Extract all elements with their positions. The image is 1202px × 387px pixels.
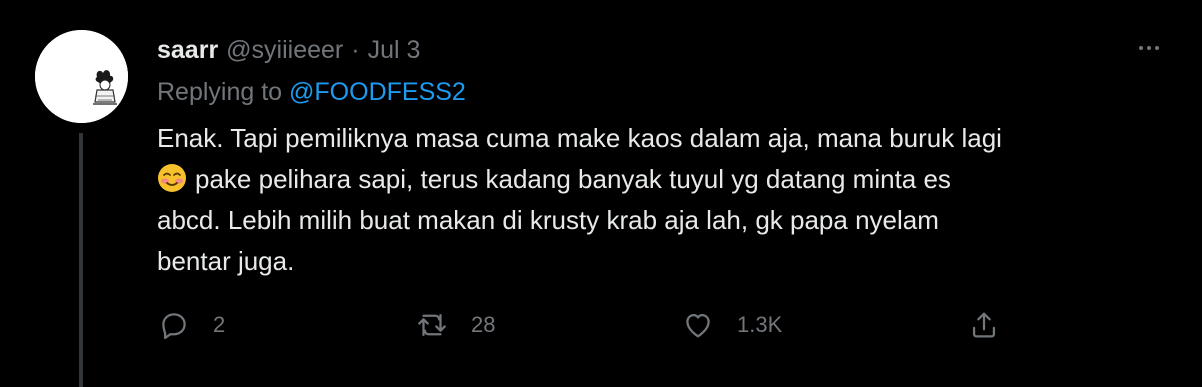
reply-count: 2 [213,312,226,337]
separator-dot: · [351,36,360,64]
more-dot-icon [1139,46,1143,50]
more-options-button[interactable] [1131,38,1167,58]
tweet-actions: 2 28 1.3K [157,305,1017,345]
tweet[interactable]: saarr @syiiieeer · Jul 3 Replying to @FO… [0,0,1202,387]
tweet-content: saarr @syiiieeer · Jul 3 Replying to @FO… [157,30,1157,282]
tweet-text-line: pake pelihara sapi, terus kadang banyak … [157,159,1157,200]
tweet-date[interactable]: Jul 3 [368,30,421,70]
retweet-icon [418,313,446,337]
reply-button[interactable]: 2 [157,305,225,345]
smiling-face-emoji-icon [157,163,187,193]
tweet-header: saarr @syiiieeer · Jul 3 [157,30,1157,70]
share-button[interactable] [967,305,1001,345]
heart-icon [686,313,710,338]
tweet-text-line: Enak. Tapi pemiliknya masa cuma make kao… [157,123,1002,153]
avatar[interactable] [35,30,128,123]
tweet-text-line: abcd. Lebih milih buat makan di krusty k… [157,205,939,235]
replying-to: Replying to @FOODFESS2 [157,70,1157,114]
replying-to-label: Replying to [157,78,290,106]
avatar-illustration [35,30,128,123]
retweet-button[interactable]: 28 [415,305,495,345]
mention-link[interactable]: @FOODFESS2 [289,78,466,106]
thread-line [79,133,83,387]
retweet-count: 28 [471,312,496,337]
more-dot-icon [1147,46,1151,50]
like-count: 1.3K [737,312,783,337]
tweet-text-line-part: pake pelihara sapi, terus kadang banyak … [195,164,951,194]
tweet-text-line: bentar juga. [157,246,295,276]
author-handle[interactable]: @syiiieeer [226,30,343,70]
like-button[interactable]: 1.3K [681,305,782,345]
author-name[interactable]: saarr [157,30,218,70]
tweet-text: Enak. Tapi pemiliknya masa cuma make kao… [157,118,1157,282]
reply-icon [162,313,186,340]
more-dot-icon [1155,46,1159,50]
share-icon [972,312,996,338]
